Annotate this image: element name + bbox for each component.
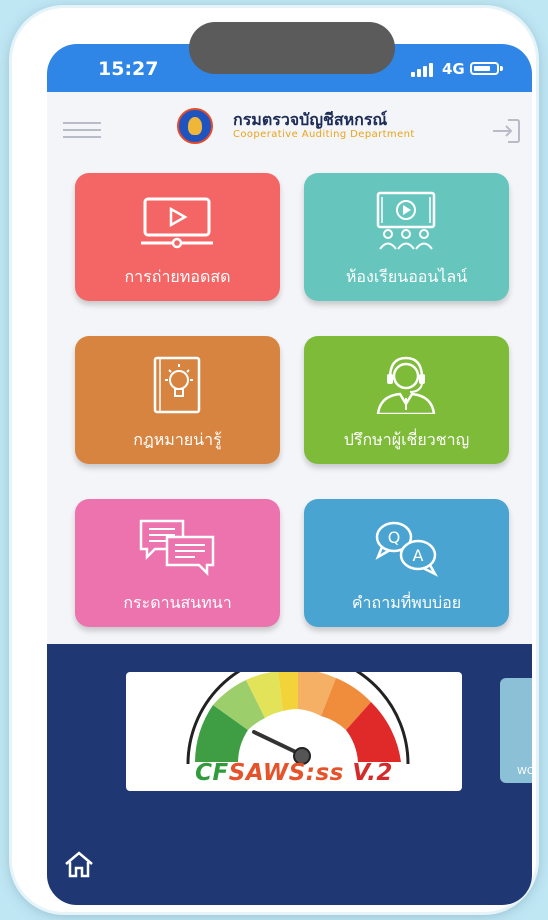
battery-icon [470,62,499,75]
peek-label: WC [517,766,532,777]
faq-icon: Q A [375,521,439,577]
banner-title: CFSAWS:ss V.2 [195,760,393,786]
network-type: 4G [442,60,465,78]
tile-label: กระดานสนทนา [123,593,232,612]
bottom-panel: CFSAWS:ss V.2 WC [47,644,532,905]
tile-label: การถ่ายทอดสด [124,267,231,286]
next-banner-peek[interactable]: WC [500,678,532,783]
tile-faq[interactable]: Q A คำถามที่พบบ่อย [304,499,509,627]
expert-headset-icon [376,356,436,414]
tile-online-classroom[interactable]: ห้องเรียนออนไลน์ [304,173,509,301]
tile-law[interactable]: กฎหมายน่ารู้ [75,336,280,464]
status-time: 15:27 [98,58,159,80]
chat-board-icon [139,519,215,577]
tile-discussion-board[interactable]: กระดานสนทนา [75,499,280,627]
tile-live-broadcast[interactable]: การถ่ายทอดสด [75,173,280,301]
phone-frame: 15:27 4G กรมตรวจบัญชีสหกรณ์ Cooperative … [12,8,536,912]
org-name-english: Cooperative Auditing Department [233,129,415,140]
live-video-icon [141,197,213,249]
online-classroom-icon [376,191,436,250]
logout-icon[interactable] [491,118,521,144]
svg-text:Q: Q [388,528,401,547]
tile-label: คำถามที่พบบ่อย [351,593,462,612]
tile-label: ปรึกษาผู้เชี่ยวชาญ [343,430,470,449]
signal-icon [411,63,437,77]
tile-label: ห้องเรียนออนไลน์ [345,267,468,286]
app-screen: 15:27 4G กรมตรวจบัญชีสหกรณ์ Cooperative … [47,44,532,905]
home-icon[interactable] [63,849,95,879]
app-header: กรมตรวจบัญชีสหกรณ์ Cooperative Auditing … [47,92,532,160]
tile-label: กฎหมายน่ารู้ [133,430,222,449]
cfsaws-banner[interactable]: CFSAWS:ss V.2 [126,672,462,791]
phone-notch [189,22,395,74]
law-book-icon [153,356,201,414]
hamburger-menu-icon[interactable] [63,122,101,138]
svg-text:A: A [413,546,424,565]
org-seal-icon [177,108,213,144]
tile-expert-consult[interactable]: ปรึกษาผู้เชี่ยวชาญ [304,336,509,464]
